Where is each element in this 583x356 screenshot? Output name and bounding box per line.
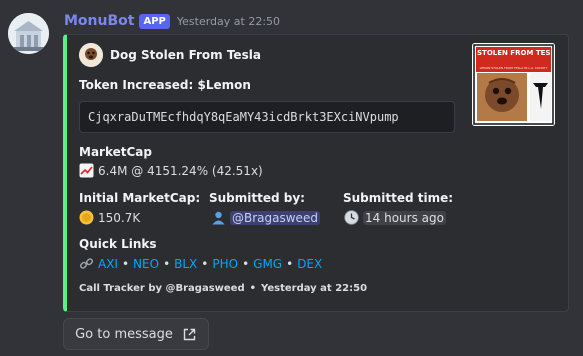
footer-timestamp: Yesterday at 22:50 — [261, 283, 368, 294]
quick-link-gmg[interactable]: GMG — [253, 257, 282, 271]
footer-separator: • — [249, 283, 257, 294]
submitted-time-value-row: 14 hours ago — [344, 210, 446, 225]
initial-marketcap-value-row: 150.7K — [79, 210, 140, 225]
embed-card: Dog Stolen From Tesla STOLEN FROM TESLA … — [63, 34, 569, 312]
quick-link-axi[interactable]: AXI — [98, 257, 118, 271]
quick-link-pho[interactable]: PHO — [212, 257, 238, 271]
coin-icon — [79, 210, 94, 225]
link-icon — [79, 258, 94, 269]
quick-link-blx[interactable]: BLX — [174, 257, 197, 271]
quick-links-title: Quick Links — [79, 237, 157, 251]
footer-text: Call Tracker by @Bragasweed — [79, 283, 245, 294]
marketcap-title: MarketCap — [79, 145, 152, 159]
author-icon — [79, 43, 103, 67]
link-separator: • — [121, 256, 130, 271]
submitted-by-title: Submitted by: — [209, 191, 305, 205]
initial-marketcap-title: Initial MarketCap: — [79, 191, 201, 205]
clock-icon — [344, 210, 359, 225]
thumbnail-caption: LEMON STOLEN FROM TESLA IN L.A. COUNTY — [479, 66, 548, 70]
bust-icon — [212, 211, 225, 225]
external-link-icon — [183, 328, 196, 340]
submitted-time-value[interactable]: 14 hours ago — [363, 210, 446, 225]
initial-marketcap-value: 150.7K — [98, 210, 141, 225]
username[interactable]: MonuBot — [64, 13, 134, 29]
app-badge: APP — [139, 13, 170, 29]
embed-author: Dog Stolen From Tesla — [79, 43, 261, 67]
quick-link-neo[interactable]: NEO — [133, 257, 159, 271]
link-separator: • — [242, 256, 250, 271]
bot-avatar[interactable] — [8, 13, 49, 54]
quick-link-dex[interactable]: DEX — [297, 257, 322, 271]
chart-increasing-icon — [79, 163, 94, 178]
quick-links-row: AXI • NEO • BLX • PHO • GMG • DEX — [79, 256, 322, 271]
token-increased-label: Token Increased: $Lemon — [79, 78, 251, 92]
marketcap-value: 6.4M @ 4151.24% (42.51x) — [98, 163, 263, 178]
link-separator: • — [201, 256, 209, 271]
submitter-mention[interactable]: @Bragasweed — [230, 210, 320, 225]
marketcap-value-row: 6.4M @ 4151.24% (42.51x) — [79, 163, 263, 178]
contract-address-text[interactable]: CjqxraDuTMEcfhdqY8qEaMY43icdBrkt3EXciNVp… — [88, 110, 399, 124]
embed-thumbnail[interactable]: STOLEN FROM TESLA LEMON STOLEN FROM TESL… — [472, 43, 555, 126]
message-timestamp[interactable]: Yesterday at 22:50 — [177, 15, 280, 28]
chat-message: MonuBot APP Yesterday at 22:50 Dog Stole… — [0, 0, 583, 356]
embed-footer: Call Tracker by @Bragasweed • Yesterday … — [79, 283, 367, 294]
embed-author-name[interactable]: Dog Stolen From Tesla — [110, 48, 261, 62]
submitted-by-value-row: @Bragasweed — [211, 210, 320, 225]
go-to-message-label: Go to message — [75, 326, 173, 342]
contract-address-codeblock[interactable]: CjqxraDuTMEcfhdqY8qEaMY43icdBrkt3EXciNVp… — [79, 101, 455, 133]
message-header: MonuBot APP Yesterday at 22:50 — [64, 11, 280, 31]
thumbnail-headline: STOLEN FROM TESLA — [477, 49, 550, 57]
link-separator: • — [286, 256, 294, 271]
go-to-message-button[interactable]: Go to message — [63, 318, 209, 350]
submitted-time-title: Submitted time: — [343, 191, 454, 205]
link-separator: • — [163, 256, 171, 271]
